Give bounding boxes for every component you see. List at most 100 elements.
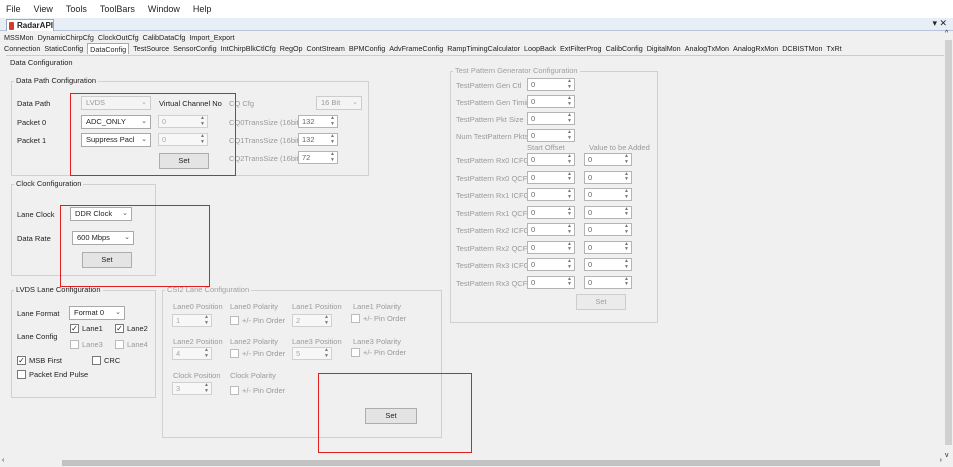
lane1-position-spinner[interactable]: 2 ▲ ▼: [292, 314, 332, 327]
packet-end-checkbox[interactable]: Packet End Pulse: [17, 370, 88, 379]
tab-advframeconfig[interactable]: AdvFrameConfig: [389, 43, 443, 54]
tab-digitalmon[interactable]: DigitalMon: [647, 43, 681, 54]
clock-pin-order-checkbox[interactable]: +/- Pin Order: [230, 386, 285, 395]
cq-cfg-value: 16 Bit: [321, 98, 341, 107]
lane0-position-spinner[interactable]: 1 ▲ ▼: [172, 314, 212, 327]
start-offset-spinner[interactable]: 0 ▲ ▼: [527, 240, 575, 254]
lane3-pin-order-checkbox[interactable]: +/- Pin Order: [351, 348, 406, 357]
clock-position-spinner[interactable]: 3 ▲ ▼: [172, 382, 212, 395]
start-offset-spinner[interactable]: 0 ▲ ▼: [527, 170, 575, 184]
tab-clockoutcfg[interactable]: ClockOutCfg: [98, 32, 139, 43]
tab-dynamicchirpcfg[interactable]: DynamicChirpCfg: [38, 32, 94, 43]
menu-file[interactable]: File: [6, 4, 21, 14]
lane3-position-spinner[interactable]: 5 ▲ ▼: [292, 347, 332, 360]
cq-cfg-select[interactable]: 16 Bit ⌄: [316, 96, 362, 110]
unchecked-box-icon: [230, 349, 239, 358]
tab-ramptimingcalculator[interactable]: RampTimingCalculator: [447, 43, 520, 54]
tab-loopback[interactable]: LoopBack: [524, 43, 556, 54]
value-added-spinner[interactable]: 0 ▲ ▼: [584, 153, 632, 166]
value-added-spinner[interactable]: 0 ▲ ▼: [584, 223, 632, 236]
lane3-checkbox[interactable]: Lane3: [70, 340, 103, 349]
test-pattern-spinner[interactable]: 0 ▲ ▼: [527, 78, 575, 91]
vertical-scroll-thumb[interactable]: [945, 40, 952, 445]
tab-import-export[interactable]: Import_Export: [189, 32, 234, 43]
spinner-value: 0: [588, 277, 593, 287]
start-offset-spinner[interactable]: 0 ▲ ▼: [527, 188, 575, 201]
tab-testsource[interactable]: TestSource: [133, 43, 169, 54]
tab-txrt[interactable]: TxRt: [827, 43, 842, 54]
scroll-right-icon[interactable]: ›: [940, 457, 942, 464]
value-added-spinner[interactable]: 0 ▲ ▼: [584, 170, 632, 184]
cq0-spinner[interactable]: 132 ▲ ▼: [298, 115, 338, 128]
document-tab-radarapi[interactable]: RadarAPI: [6, 19, 54, 31]
tab-extfilterprog[interactable]: ExtFilterProg: [560, 43, 602, 54]
menu-window[interactable]: Window: [148, 4, 180, 14]
test-pattern-set-button[interactable]: Set: [576, 294, 626, 310]
scroll-down-icon[interactable]: v: [945, 452, 949, 459]
spinner-value: 0: [588, 207, 593, 217]
tab-contstream[interactable]: ContStream: [307, 43, 345, 54]
scroll-left-icon[interactable]: ‹: [2, 457, 4, 464]
value-added-spinner[interactable]: 0 ▲ ▼: [584, 188, 632, 201]
unchecked-box-icon: [115, 340, 124, 349]
unchecked-box-icon: [70, 340, 79, 349]
start-offset-spinner[interactable]: 0 ▲ ▼: [527, 258, 575, 271]
window-controls[interactable]: ▾ ✕: [932, 18, 947, 29]
spin-arrows-icon: ▲ ▼: [567, 223, 572, 235]
lane2-position-spinner[interactable]: 4 ▲ ▼: [172, 347, 212, 360]
test-pattern-spinner[interactable]: 0 ▲ ▼: [527, 95, 575, 108]
msb-first-checkbox[interactable]: ✓ MSB First: [17, 356, 62, 365]
tab-dataconfig[interactable]: DataConfig: [87, 43, 130, 54]
tab-regop[interactable]: RegOp: [280, 43, 303, 54]
tab-connection[interactable]: Connection: [4, 43, 40, 54]
tab-bpmconfig[interactable]: BPMConfig: [349, 43, 385, 54]
lane-format-select[interactable]: Format 0 ⌄: [69, 306, 125, 320]
menu-help[interactable]: Help: [193, 4, 212, 14]
test-pattern-spinner[interactable]: 0 ▲ ▼: [527, 112, 575, 125]
cq2-spinner[interactable]: 72 ▲ ▼: [298, 151, 338, 164]
start-offset-header: Start Offset: [527, 143, 565, 152]
value-added-spinner[interactable]: 0 ▲ ▼: [584, 240, 632, 254]
scroll-up-icon[interactable]: ^: [945, 30, 948, 37]
menu-toolbars[interactable]: ToolBars: [100, 4, 135, 14]
menu-tools[interactable]: Tools: [66, 4, 87, 14]
lane2-checkbox[interactable]: ✓ Lane2: [115, 324, 148, 333]
test-pattern-row-label: TestPattern Pkt Size: [456, 115, 524, 124]
crc-checkbox[interactable]: CRC: [92, 356, 120, 365]
spin-arrows-icon: ▲ ▼: [567, 188, 572, 200]
spin-arrows-icon: ▲ ▼: [567, 258, 572, 270]
lane2-pin-order-checkbox[interactable]: +/- Pin Order: [230, 349, 285, 358]
packet0-label: Packet 0: [17, 118, 47, 127]
lane1-label: Lane1: [82, 324, 103, 333]
horizontal-scroll-thumb[interactable]: [62, 460, 880, 466]
lane1-pin-order-checkbox[interactable]: +/- Pin Order: [351, 314, 406, 323]
tab-row-2: Connection StaticConfig DataConfig TestSour…: [0, 43, 953, 54]
lane4-checkbox[interactable]: Lane4: [115, 340, 148, 349]
value-added-spinner[interactable]: 0 ▲ ▼: [584, 205, 632, 219]
vertical-scrollbar[interactable]: ^ v: [944, 30, 953, 459]
tab-staticconfig[interactable]: StaticConfig: [44, 43, 83, 54]
tab-mssmon[interactable]: MSSMon: [4, 32, 34, 43]
tab-analogtxmon[interactable]: AnalogTxMon: [685, 43, 729, 54]
tab-intchirpblkctlcfg[interactable]: IntChirpBlkCtlCfg: [221, 43, 276, 54]
start-offset-spinner[interactable]: 0 ▲ ▼: [527, 223, 575, 236]
check-icon: ✓: [70, 324, 79, 333]
start-offset-spinner[interactable]: 0 ▲ ▼: [527, 275, 575, 289]
test-pattern-rx-label: TestPattern Rx0 ICFG: [456, 156, 530, 165]
value-added-spinner[interactable]: 0 ▲ ▼: [584, 258, 632, 271]
lane1-checkbox[interactable]: ✓ Lane1: [70, 324, 103, 333]
value-added-spinner[interactable]: 0 ▲ ▼: [584, 275, 632, 289]
spinner-value: 0: [588, 172, 593, 182]
test-pattern-spinner[interactable]: 0 ▲ ▼: [527, 129, 575, 142]
menu-view[interactable]: View: [34, 4, 53, 14]
tab-calibconfig[interactable]: CalibConfig: [606, 43, 643, 54]
start-offset-spinner[interactable]: 0 ▲ ▼: [527, 153, 575, 166]
tab-analogrxmon[interactable]: AnalogRxMon: [733, 43, 778, 54]
tab-calibdatacfg[interactable]: CalibDataCfg: [143, 32, 186, 43]
lane0-pin-order-checkbox[interactable]: +/- Pin Order: [230, 316, 285, 325]
start-offset-spinner[interactable]: 0 ▲ ▼: [527, 205, 575, 219]
tab-sensorconfig[interactable]: SensorConfig: [173, 43, 217, 54]
tab-dcbistmon[interactable]: DCBISTMon: [782, 43, 822, 54]
horizontal-scrollbar[interactable]: ‹ ›: [0, 457, 944, 467]
cq1-spinner[interactable]: 132 ▲ ▼: [298, 133, 338, 146]
